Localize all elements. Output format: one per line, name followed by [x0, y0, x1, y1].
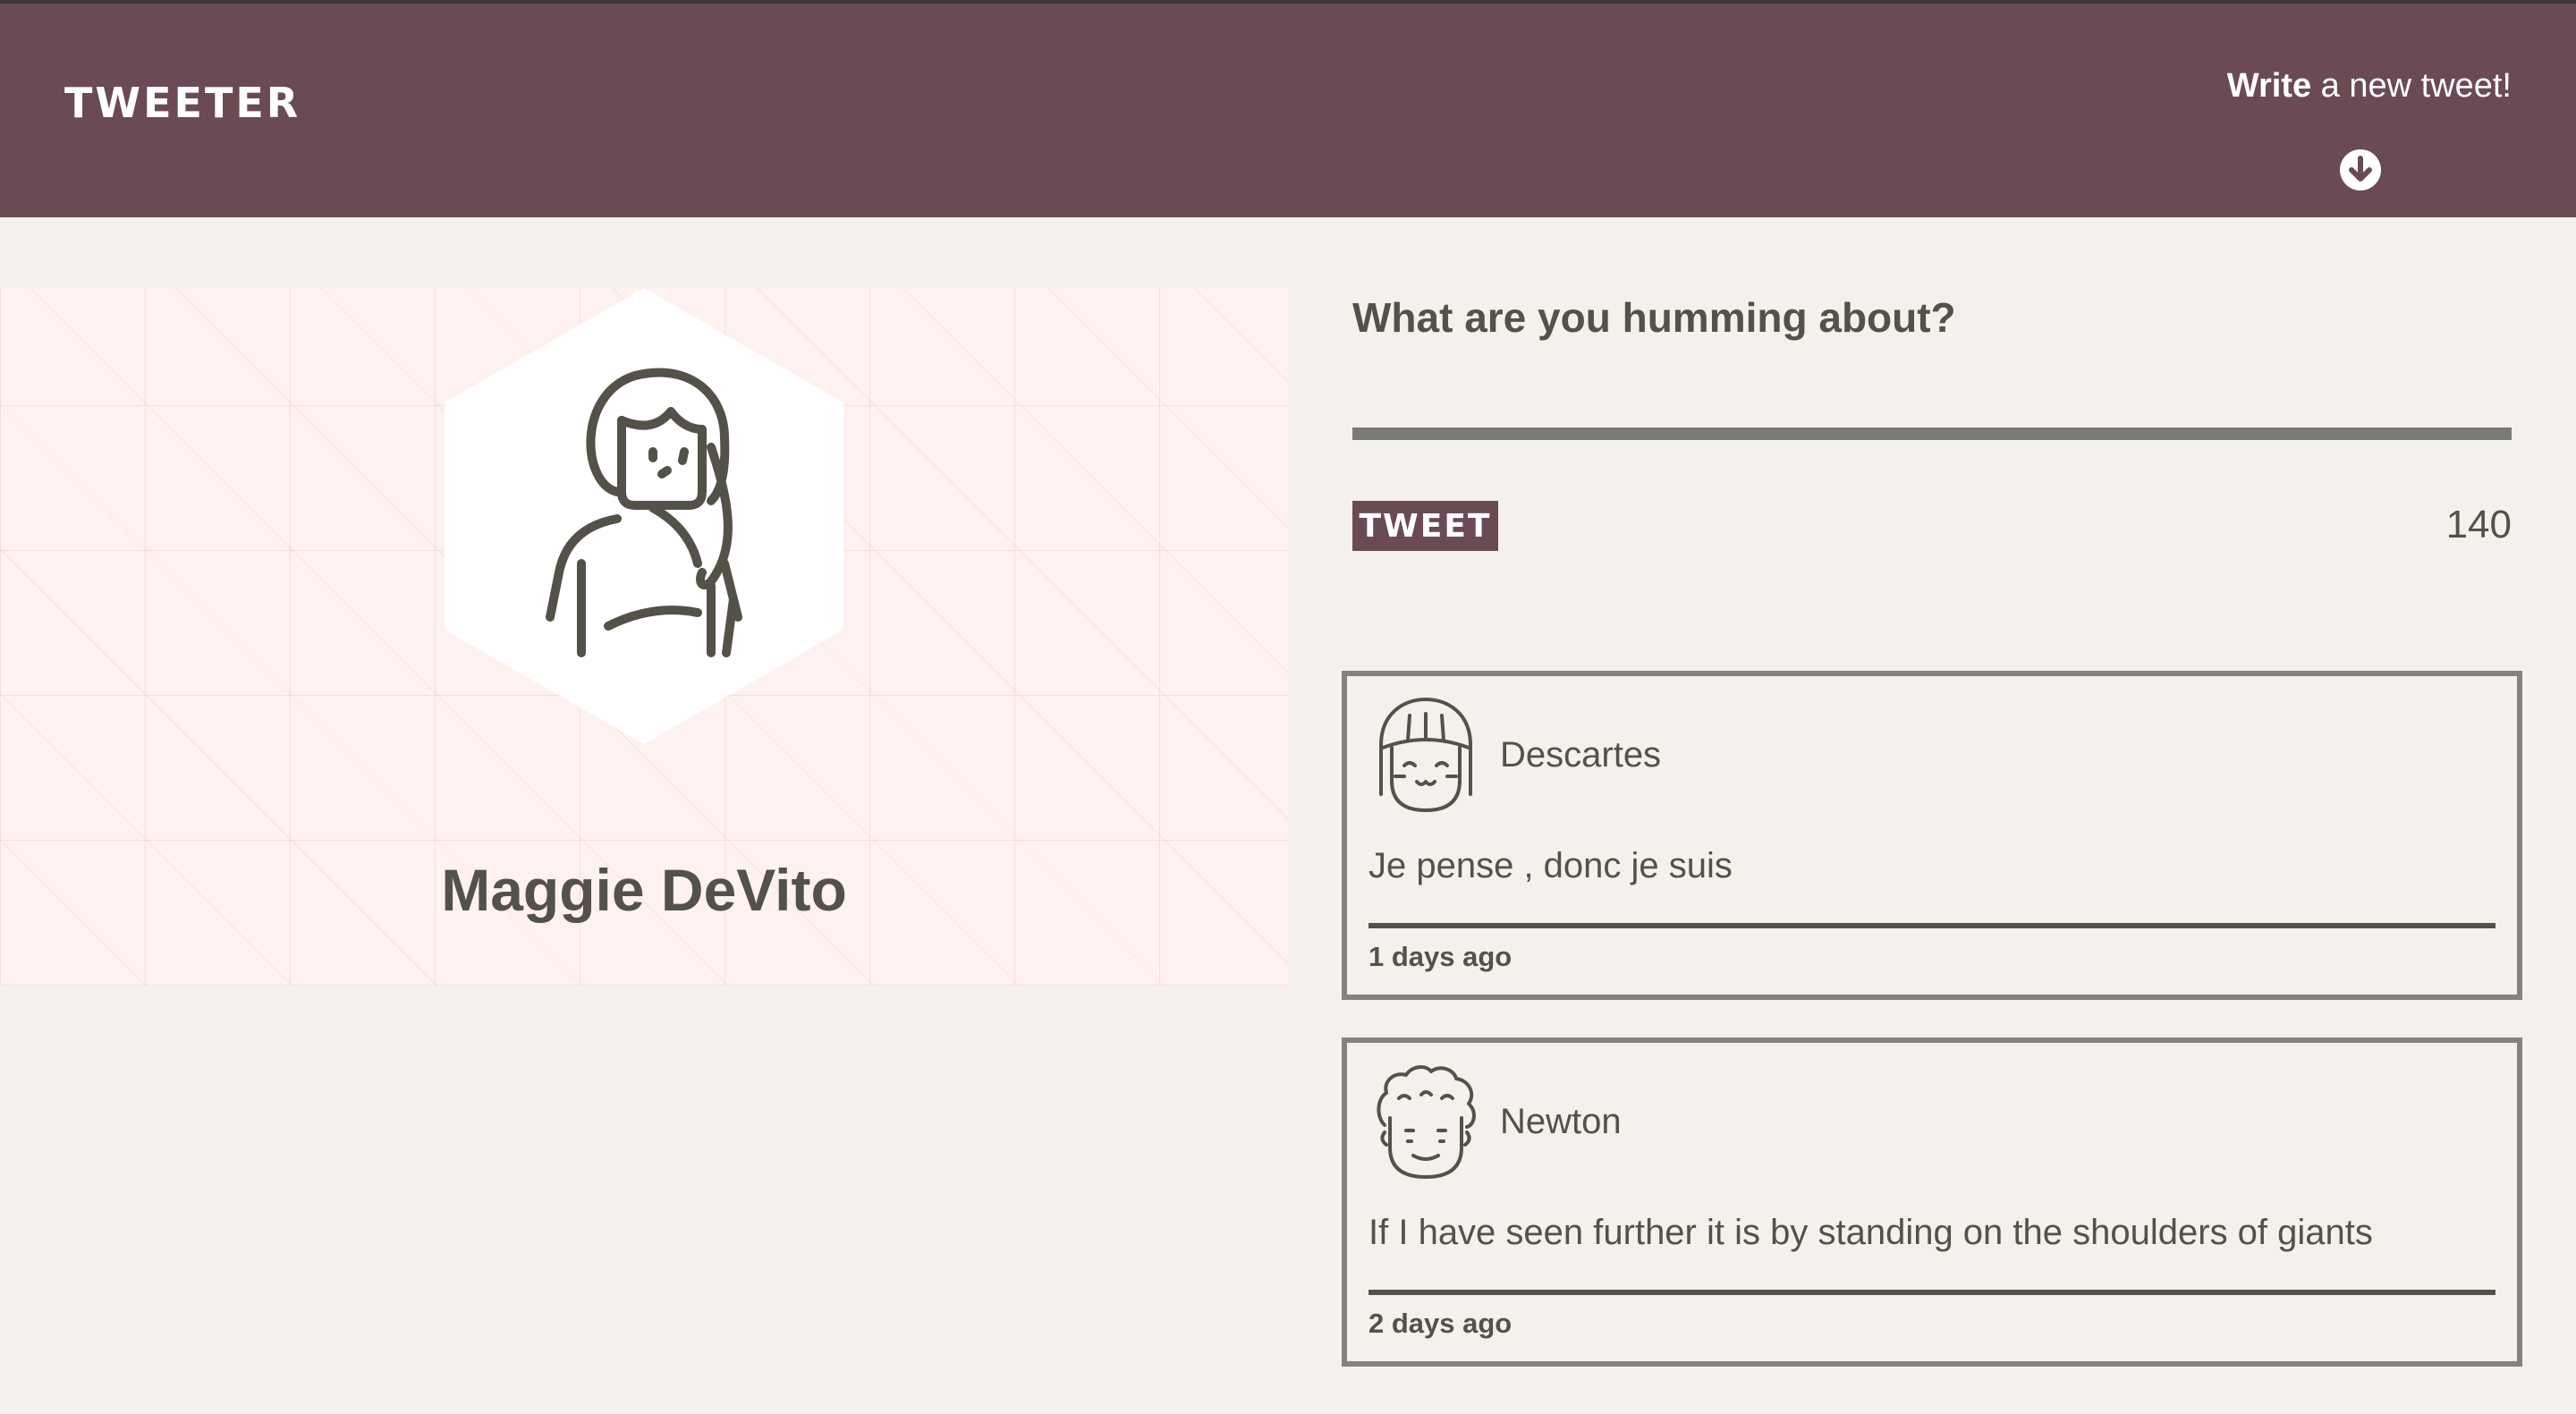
compose-label: What are you humming about? — [1352, 294, 1956, 341]
profile-header: Maggie DeVito — [0, 288, 1288, 986]
tweet-date: 1 days ago — [1368, 941, 1513, 972]
tweet-author[interactable]: Newton — [1500, 1102, 1622, 1142]
tweet-date: 2 days ago — [1368, 1308, 1513, 1339]
tweet-button[interactable]: TWEET — [1352, 501, 1498, 551]
top-nav: TWEETER Write a new tweet! — [0, 0, 2576, 217]
compose-toggle-button[interactable]: Write a new tweet! — [2136, 66, 2512, 200]
tweet-textarea[interactable] — [1352, 368, 2512, 440]
tweet-card: Newton If I have seen further it is by s… — [1342, 1037, 2522, 1367]
tweet-divider — [1368, 1290, 2496, 1295]
tweet-card: Descartes Je pense , donc je suis 1 days… — [1342, 671, 2522, 1000]
girl-avatar-icon — [1379, 698, 1472, 812]
arrow-down-circle-icon[interactable] — [2339, 148, 2382, 191]
curly-hair-avatar-icon — [1377, 1065, 1476, 1179]
woman-avatar-icon — [546, 368, 742, 657]
profile-name: Maggie DeVito — [441, 857, 847, 923]
tweet-body: Je pense , donc je suis — [1368, 846, 1733, 885]
compose-section: What are you humming about? TWEET 140 — [1352, 288, 2512, 556]
compose-toggle-rest: a new tweet! — [2311, 67, 2512, 105]
brand-logo[interactable]: TWEETER — [64, 82, 301, 123]
tweet-body: If I have seen further it is by standing… — [1368, 1213, 2373, 1252]
tweet-list: Descartes Je pense , donc je suis 1 days… — [1342, 671, 2522, 1404]
compose-toggle-label: Write a new tweet! — [2136, 66, 2512, 107]
tweet-divider — [1368, 923, 2496, 928]
compose-toggle-bold: Write — [2226, 67, 2312, 105]
tweet-author[interactable]: Descartes — [1500, 735, 1661, 775]
char-counter: 140 — [2445, 503, 2512, 546]
